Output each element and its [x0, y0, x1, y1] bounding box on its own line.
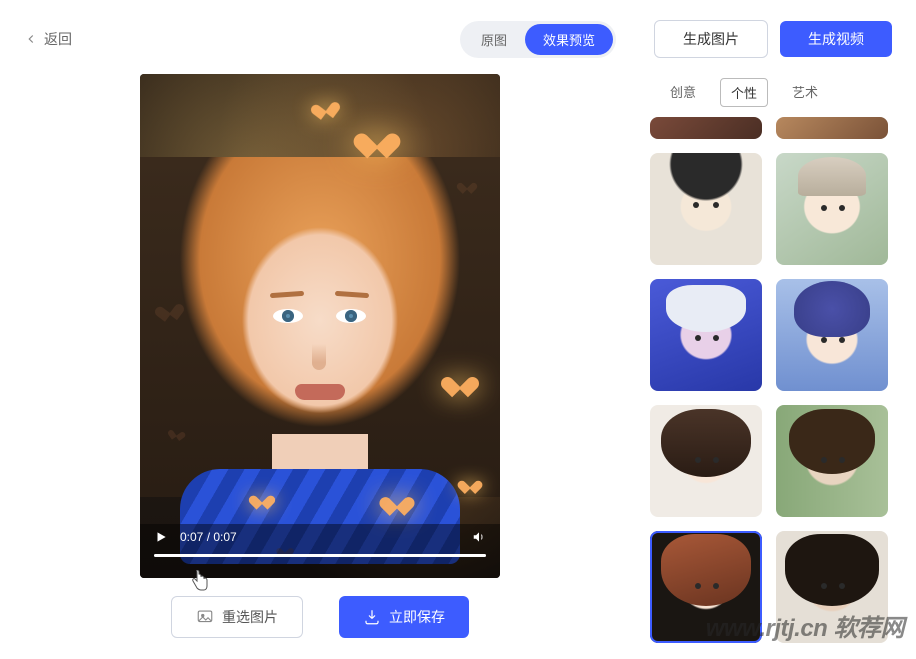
- preview-actions: 重选图片 立即保存: [171, 596, 469, 638]
- heart-icon: [462, 475, 477, 489]
- style-thumb[interactable]: [776, 279, 888, 391]
- view-toggle: 原图 效果预览: [460, 21, 616, 58]
- heart-icon: [386, 489, 408, 508]
- toggle-original[interactable]: 原图: [463, 24, 525, 55]
- video-time: 0:07 / 0:07: [180, 530, 237, 544]
- video-progress[interactable]: [154, 554, 486, 557]
- toggle-preview[interactable]: 效果预览: [525, 24, 613, 55]
- style-thumb[interactable]: [650, 117, 762, 139]
- play-icon[interactable]: [154, 530, 168, 544]
- style-thumb[interactable]: [776, 153, 888, 265]
- image-icon: [196, 608, 214, 626]
- save-now-button[interactable]: 立即保存: [339, 596, 469, 638]
- main-area: 0:07 / 0:07 重选图片 立即保存: [0, 66, 916, 659]
- style-sidebar: 创意 个性 艺术: [640, 74, 916, 659]
- watermark-text: www.rjtj.cn 软荐网: [706, 608, 904, 643]
- heart-icon: [254, 490, 270, 504]
- header-bar: 返回 原图 效果预览 生成图片 生成视频: [0, 0, 916, 66]
- generate-image-button[interactable]: 生成图片: [654, 20, 768, 58]
- cursor-hand-icon: [190, 570, 210, 592]
- style-grid: [648, 117, 890, 643]
- video-progress-fill: [154, 554, 486, 557]
- back-label: 返回: [44, 29, 72, 49]
- heart-icon: [461, 178, 474, 189]
- heart-icon: [448, 369, 471, 390]
- style-thumb[interactable]: [776, 405, 888, 517]
- heart-icon: [159, 298, 179, 316]
- tab-art[interactable]: 艺术: [782, 78, 828, 107]
- heart-icon: [315, 96, 335, 114]
- heart-icon: [363, 123, 392, 149]
- style-thumb[interactable]: [650, 405, 762, 517]
- back-button[interactable]: 返回: [24, 29, 72, 49]
- volume-icon[interactable]: [472, 530, 486, 544]
- download-icon: [363, 608, 381, 626]
- save-label: 立即保存: [389, 607, 445, 627]
- style-thumb[interactable]: [650, 279, 762, 391]
- rechoose-label: 重选图片: [222, 607, 278, 627]
- heart-icon: [171, 426, 183, 437]
- video-preview[interactable]: 0:07 / 0:07: [140, 74, 500, 578]
- preview-column: 0:07 / 0:07 重选图片 立即保存: [0, 74, 640, 659]
- generate-video-button[interactable]: 生成视频: [780, 21, 892, 57]
- chevron-left-icon: [24, 32, 38, 46]
- tab-personality[interactable]: 个性: [720, 78, 768, 107]
- style-tabs: 创意 个性 艺术: [648, 74, 898, 117]
- style-grid-scroll[interactable]: [648, 117, 898, 659]
- style-thumb[interactable]: [776, 117, 888, 139]
- style-thumb[interactable]: [650, 153, 762, 265]
- rechoose-image-button[interactable]: 重选图片: [171, 596, 303, 638]
- tab-creative[interactable]: 创意: [660, 78, 706, 107]
